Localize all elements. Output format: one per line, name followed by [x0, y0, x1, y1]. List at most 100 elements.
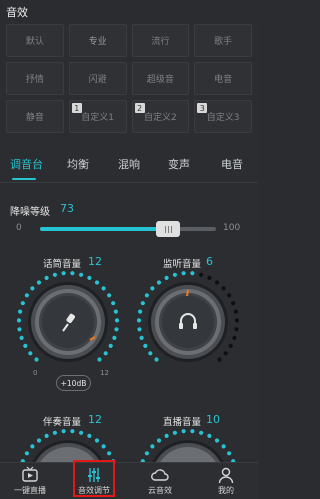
knob-level-dot [97, 357, 102, 362]
nav-cloud-sound[interactable]: 云音效 [134, 463, 186, 499]
preset-singer[interactable]: 歌手 [194, 24, 252, 57]
knob-level-dot [44, 275, 49, 280]
preset-label: 静音 [25, 113, 44, 123]
preset-pop[interactable]: 流行 [131, 24, 190, 57]
preset-label: 抒情 [25, 75, 44, 85]
top-bar: 音效 [0, 0, 258, 22]
preset-label: 超级音 [146, 75, 174, 85]
knob-level-dot [172, 272, 177, 277]
knob-level-dot [61, 429, 66, 434]
preset-label: 默认 [25, 37, 44, 47]
knob-level-dot [24, 451, 29, 456]
knob-level-dot [87, 433, 92, 438]
knob-level-dot [30, 444, 35, 449]
preset-label: 歌手 [214, 37, 233, 47]
tab-electro[interactable]: 电音 [221, 156, 243, 172]
knob-level-dot [70, 429, 75, 434]
knob-level-dot [181, 429, 186, 434]
preset-custom-3[interactable]: 3 自定义3 [194, 100, 252, 133]
preset-mute[interactable]: 静音 [6, 100, 64, 133]
knob-level-dot [214, 280, 220, 285]
preset-number-badge: 1 [71, 103, 82, 113]
knob-level-dot [233, 309, 238, 314]
knob-level-dot [24, 293, 29, 298]
knob-level-dot [94, 280, 100, 285]
knob-level-dot [61, 271, 66, 276]
tab-bar: 调音台 均衡 混响 变声 电音 [0, 150, 258, 180]
tab-mixer[interactable]: 调音台 [10, 156, 43, 172]
knob-level-dot [111, 301, 116, 306]
knob-level-dot [207, 275, 212, 280]
knob-level-dot [108, 343, 113, 348]
page-title: 音效 [6, 6, 28, 19]
tab-reverb[interactable]: 混响 [118, 156, 140, 172]
knob-level-dot [139, 335, 144, 340]
preset-custom-1[interactable]: 1 自定义1 [68, 100, 127, 133]
knob-level-dot [164, 433, 169, 438]
preset-electro[interactable]: 电音 [194, 62, 252, 95]
preset-number-badge: 3 [197, 103, 208, 113]
knob-level-dot [221, 286, 226, 291]
knob-level-dot [138, 309, 143, 314]
knob-level-dot [227, 293, 232, 298]
slider-min-label: 0 [16, 223, 22, 233]
knob-level-dot [164, 275, 169, 280]
divider [0, 182, 258, 183]
nav-one-click-live[interactable]: 一键直播 [4, 463, 56, 499]
boost-10db-button[interactable]: +10dB [56, 375, 91, 391]
live-tv-icon [22, 466, 38, 482]
knob-level-dot [23, 343, 28, 348]
noise-reduction-slider[interactable] [40, 221, 216, 237]
knob-level-dot [156, 438, 162, 443]
knob-level-dot [87, 275, 92, 280]
knob-level-dot [136, 318, 142, 323]
knob-level-dot [150, 286, 155, 291]
tab-indicator [12, 178, 36, 180]
tab-equalizer[interactable]: 均衡 [67, 156, 89, 172]
nav-label: 我的 [218, 486, 234, 495]
knob-level-dot [30, 286, 35, 291]
preset-label: 流行 [151, 37, 170, 47]
preset-grid: 默认 专业 流行 歌手 抒情 闪避 超级音 电音 静音 1 自定义1 2 自定义2 … [6, 24, 252, 138]
knob-level-dot [79, 272, 84, 277]
knob-level-dot [221, 444, 226, 449]
app-root: 音效 默认 专业 流行 歌手 抒情 闪避 超级音 电音 静音 1 自定义1 2 自定… [0, 0, 258, 499]
mic-volume-knob[interactable] [10, 266, 126, 374]
knob-level-dot [190, 429, 195, 434]
person-icon [218, 467, 234, 484]
knob-level-dot [107, 451, 112, 456]
knob-level-dot [199, 430, 204, 435]
knob-level-dot [28, 351, 33, 356]
knob-level-dot [144, 451, 149, 456]
knob-level-dot [114, 318, 120, 323]
knob-level-dot [44, 433, 49, 438]
knob-level-dot [234, 327, 239, 332]
preset-label: 专业 [88, 37, 107, 47]
mic-scale-max: 12 [100, 369, 109, 377]
accompany-volume-knob[interactable] [10, 424, 126, 464]
knob-level-dot [16, 318, 22, 323]
slider-thumb[interactable] [156, 221, 181, 237]
tab-voice-change[interactable]: 变声 [168, 156, 190, 172]
knob-level-dot [172, 430, 177, 435]
preset-custom-2[interactable]: 2 自定义2 [131, 100, 190, 133]
live-volume-knob[interactable] [130, 424, 246, 464]
nav-mine[interactable]: 我的 [200, 463, 252, 499]
knob-level-dot [154, 357, 159, 362]
preset-lyric[interactable]: 抒情 [6, 62, 64, 95]
preset-super[interactable]: 超级音 [131, 62, 190, 95]
monitor-volume-knob[interactable] [130, 266, 246, 374]
knob-level-dot [207, 433, 212, 438]
knob-level-dot [181, 271, 186, 276]
preset-professional[interactable]: 专业 [68, 24, 127, 57]
preset-label: 电音 [214, 75, 233, 85]
preset-dodge[interactable]: 闪避 [68, 62, 127, 95]
knob-level-dot [36, 280, 42, 285]
knob-level-dot [94, 438, 100, 443]
knob-level-dot [217, 357, 222, 362]
preset-row: 默认 专业 流行 歌手 [6, 24, 252, 57]
knob-level-dot [19, 335, 24, 340]
preset-label: 自定义3 [206, 113, 240, 123]
preset-default[interactable]: 默认 [6, 24, 64, 57]
nav-label: 一键直播 [14, 486, 46, 495]
